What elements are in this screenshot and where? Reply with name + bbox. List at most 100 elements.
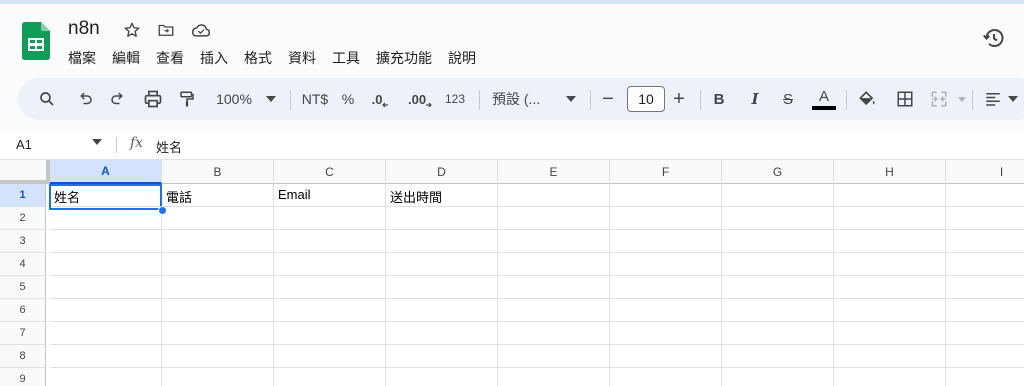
cell-f5[interactable] bbox=[610, 276, 722, 299]
cell-a4[interactable] bbox=[50, 253, 162, 276]
document-title[interactable]: n8n bbox=[68, 18, 100, 40]
cell-d7[interactable] bbox=[386, 322, 498, 345]
column-header-f[interactable]: F bbox=[610, 160, 722, 184]
cell-c2[interactable] bbox=[274, 207, 386, 230]
cell-i9[interactable] bbox=[946, 368, 1024, 386]
cell-d1[interactable]: 送出時間 bbox=[386, 184, 498, 207]
cell-g9[interactable] bbox=[722, 368, 834, 386]
strikethrough-button[interactable]: S bbox=[779, 78, 797, 120]
cell-e1[interactable] bbox=[498, 184, 610, 207]
cell-a5[interactable] bbox=[50, 276, 162, 299]
column-header-e[interactable]: E bbox=[498, 160, 610, 184]
row-header-8[interactable]: 8 bbox=[0, 345, 46, 368]
decrease-font-size-button[interactable]: − bbox=[598, 78, 618, 120]
cell-g8[interactable] bbox=[722, 345, 834, 368]
cell-i8[interactable] bbox=[946, 345, 1024, 368]
menu-file[interactable]: 檔案 bbox=[60, 46, 104, 70]
cell-d5[interactable] bbox=[386, 276, 498, 299]
cell-c9[interactable] bbox=[274, 368, 386, 386]
cell-g6[interactable] bbox=[722, 299, 834, 322]
cell-i7[interactable] bbox=[946, 322, 1024, 345]
column-header-g[interactable]: G bbox=[722, 160, 834, 184]
print-icon[interactable] bbox=[142, 78, 164, 120]
borders-icon[interactable] bbox=[894, 78, 916, 120]
column-header-c[interactable]: C bbox=[274, 160, 386, 184]
cell-h8[interactable] bbox=[834, 345, 946, 368]
undo-icon[interactable] bbox=[74, 78, 96, 120]
cell-b3[interactable] bbox=[162, 230, 274, 253]
cell-g7[interactable] bbox=[722, 322, 834, 345]
cell-b4[interactable] bbox=[162, 253, 274, 276]
italic-button[interactable]: I bbox=[746, 78, 764, 120]
align-dropdown-icon[interactable] bbox=[1006, 78, 1020, 120]
cell-a6[interactable] bbox=[50, 299, 162, 322]
row-header-3[interactable]: 3 bbox=[0, 230, 46, 253]
cell-c3[interactable] bbox=[274, 230, 386, 253]
cell-g3[interactable] bbox=[722, 230, 834, 253]
cell-b6[interactable] bbox=[162, 299, 274, 322]
fill-handle[interactable] bbox=[158, 206, 167, 215]
formula-input[interactable]: 姓名 bbox=[156, 137, 182, 156]
column-header-h[interactable]: H bbox=[834, 160, 946, 184]
menu-extensions[interactable]: 擴充功能 bbox=[368, 46, 440, 70]
cell-b8[interactable] bbox=[162, 345, 274, 368]
cell-e3[interactable] bbox=[498, 230, 610, 253]
more-formats-button[interactable]: 123 bbox=[442, 78, 468, 120]
cell-e2[interactable] bbox=[498, 207, 610, 230]
cell-e5[interactable] bbox=[498, 276, 610, 299]
cell-a3[interactable] bbox=[50, 230, 162, 253]
cell-f7[interactable] bbox=[610, 322, 722, 345]
cell-a2[interactable] bbox=[50, 207, 162, 230]
cell-h4[interactable] bbox=[834, 253, 946, 276]
cell-c6[interactable] bbox=[274, 299, 386, 322]
menu-tools[interactable]: 工具 bbox=[324, 46, 368, 70]
cell-e8[interactable] bbox=[498, 345, 610, 368]
cell-b1[interactable]: 電話 bbox=[162, 184, 274, 207]
cell-c1[interactable]: Email bbox=[274, 184, 386, 207]
paint-format-icon[interactable] bbox=[176, 78, 198, 120]
cell-a1[interactable]: 姓名 bbox=[50, 184, 162, 207]
increase-decimal-button[interactable]: .00 bbox=[408, 78, 432, 120]
cell-c7[interactable] bbox=[274, 322, 386, 345]
cell-i1[interactable] bbox=[946, 184, 1024, 207]
cell-b9[interactable] bbox=[162, 368, 274, 386]
merge-cells-icon[interactable] bbox=[928, 78, 950, 120]
menu-data[interactable]: 資料 bbox=[280, 46, 324, 70]
cell-h7[interactable] bbox=[834, 322, 946, 345]
cell-h3[interactable] bbox=[834, 230, 946, 253]
cell-d9[interactable] bbox=[386, 368, 498, 386]
cell-f1[interactable] bbox=[610, 184, 722, 207]
decrease-decimal-button[interactable]: .0 bbox=[370, 78, 390, 120]
fill-color-icon[interactable] bbox=[856, 78, 878, 120]
column-header-d[interactable]: D bbox=[386, 160, 498, 184]
cell-b2[interactable] bbox=[162, 207, 274, 230]
cell-h5[interactable] bbox=[834, 276, 946, 299]
cell-d3[interactable] bbox=[386, 230, 498, 253]
font-family-select[interactable]: 預設 (... bbox=[492, 78, 548, 120]
cell-i4[interactable] bbox=[946, 253, 1024, 276]
zoom-dropdown-icon[interactable] bbox=[264, 78, 278, 120]
cell-f6[interactable] bbox=[610, 299, 722, 322]
cell-e6[interactable] bbox=[498, 299, 610, 322]
cell-f4[interactable] bbox=[610, 253, 722, 276]
font-size-input[interactable]: 10 bbox=[627, 86, 665, 112]
cell-a9[interactable] bbox=[50, 368, 162, 386]
cell-h9[interactable] bbox=[834, 368, 946, 386]
cell-h2[interactable] bbox=[834, 207, 946, 230]
cell-i6[interactable] bbox=[946, 299, 1024, 322]
text-color-button[interactable]: A bbox=[812, 78, 836, 120]
column-header-b[interactable]: B bbox=[162, 160, 274, 184]
zoom-select[interactable]: 100% bbox=[212, 78, 256, 120]
cell-i2[interactable] bbox=[946, 207, 1024, 230]
cell-g5[interactable] bbox=[722, 276, 834, 299]
redo-icon[interactable] bbox=[107, 78, 129, 120]
row-header-6[interactable]: 6 bbox=[0, 299, 46, 322]
select-all-corner[interactable] bbox=[0, 160, 50, 184]
cell-e9[interactable] bbox=[498, 368, 610, 386]
row-header-2[interactable]: 2 bbox=[0, 207, 46, 230]
cell-f2[interactable] bbox=[610, 207, 722, 230]
menu-edit[interactable]: 編輯 bbox=[104, 46, 148, 70]
menu-format[interactable]: 格式 bbox=[236, 46, 280, 70]
cell-d4[interactable] bbox=[386, 253, 498, 276]
currency-format-button[interactable]: NT$ bbox=[300, 78, 330, 120]
